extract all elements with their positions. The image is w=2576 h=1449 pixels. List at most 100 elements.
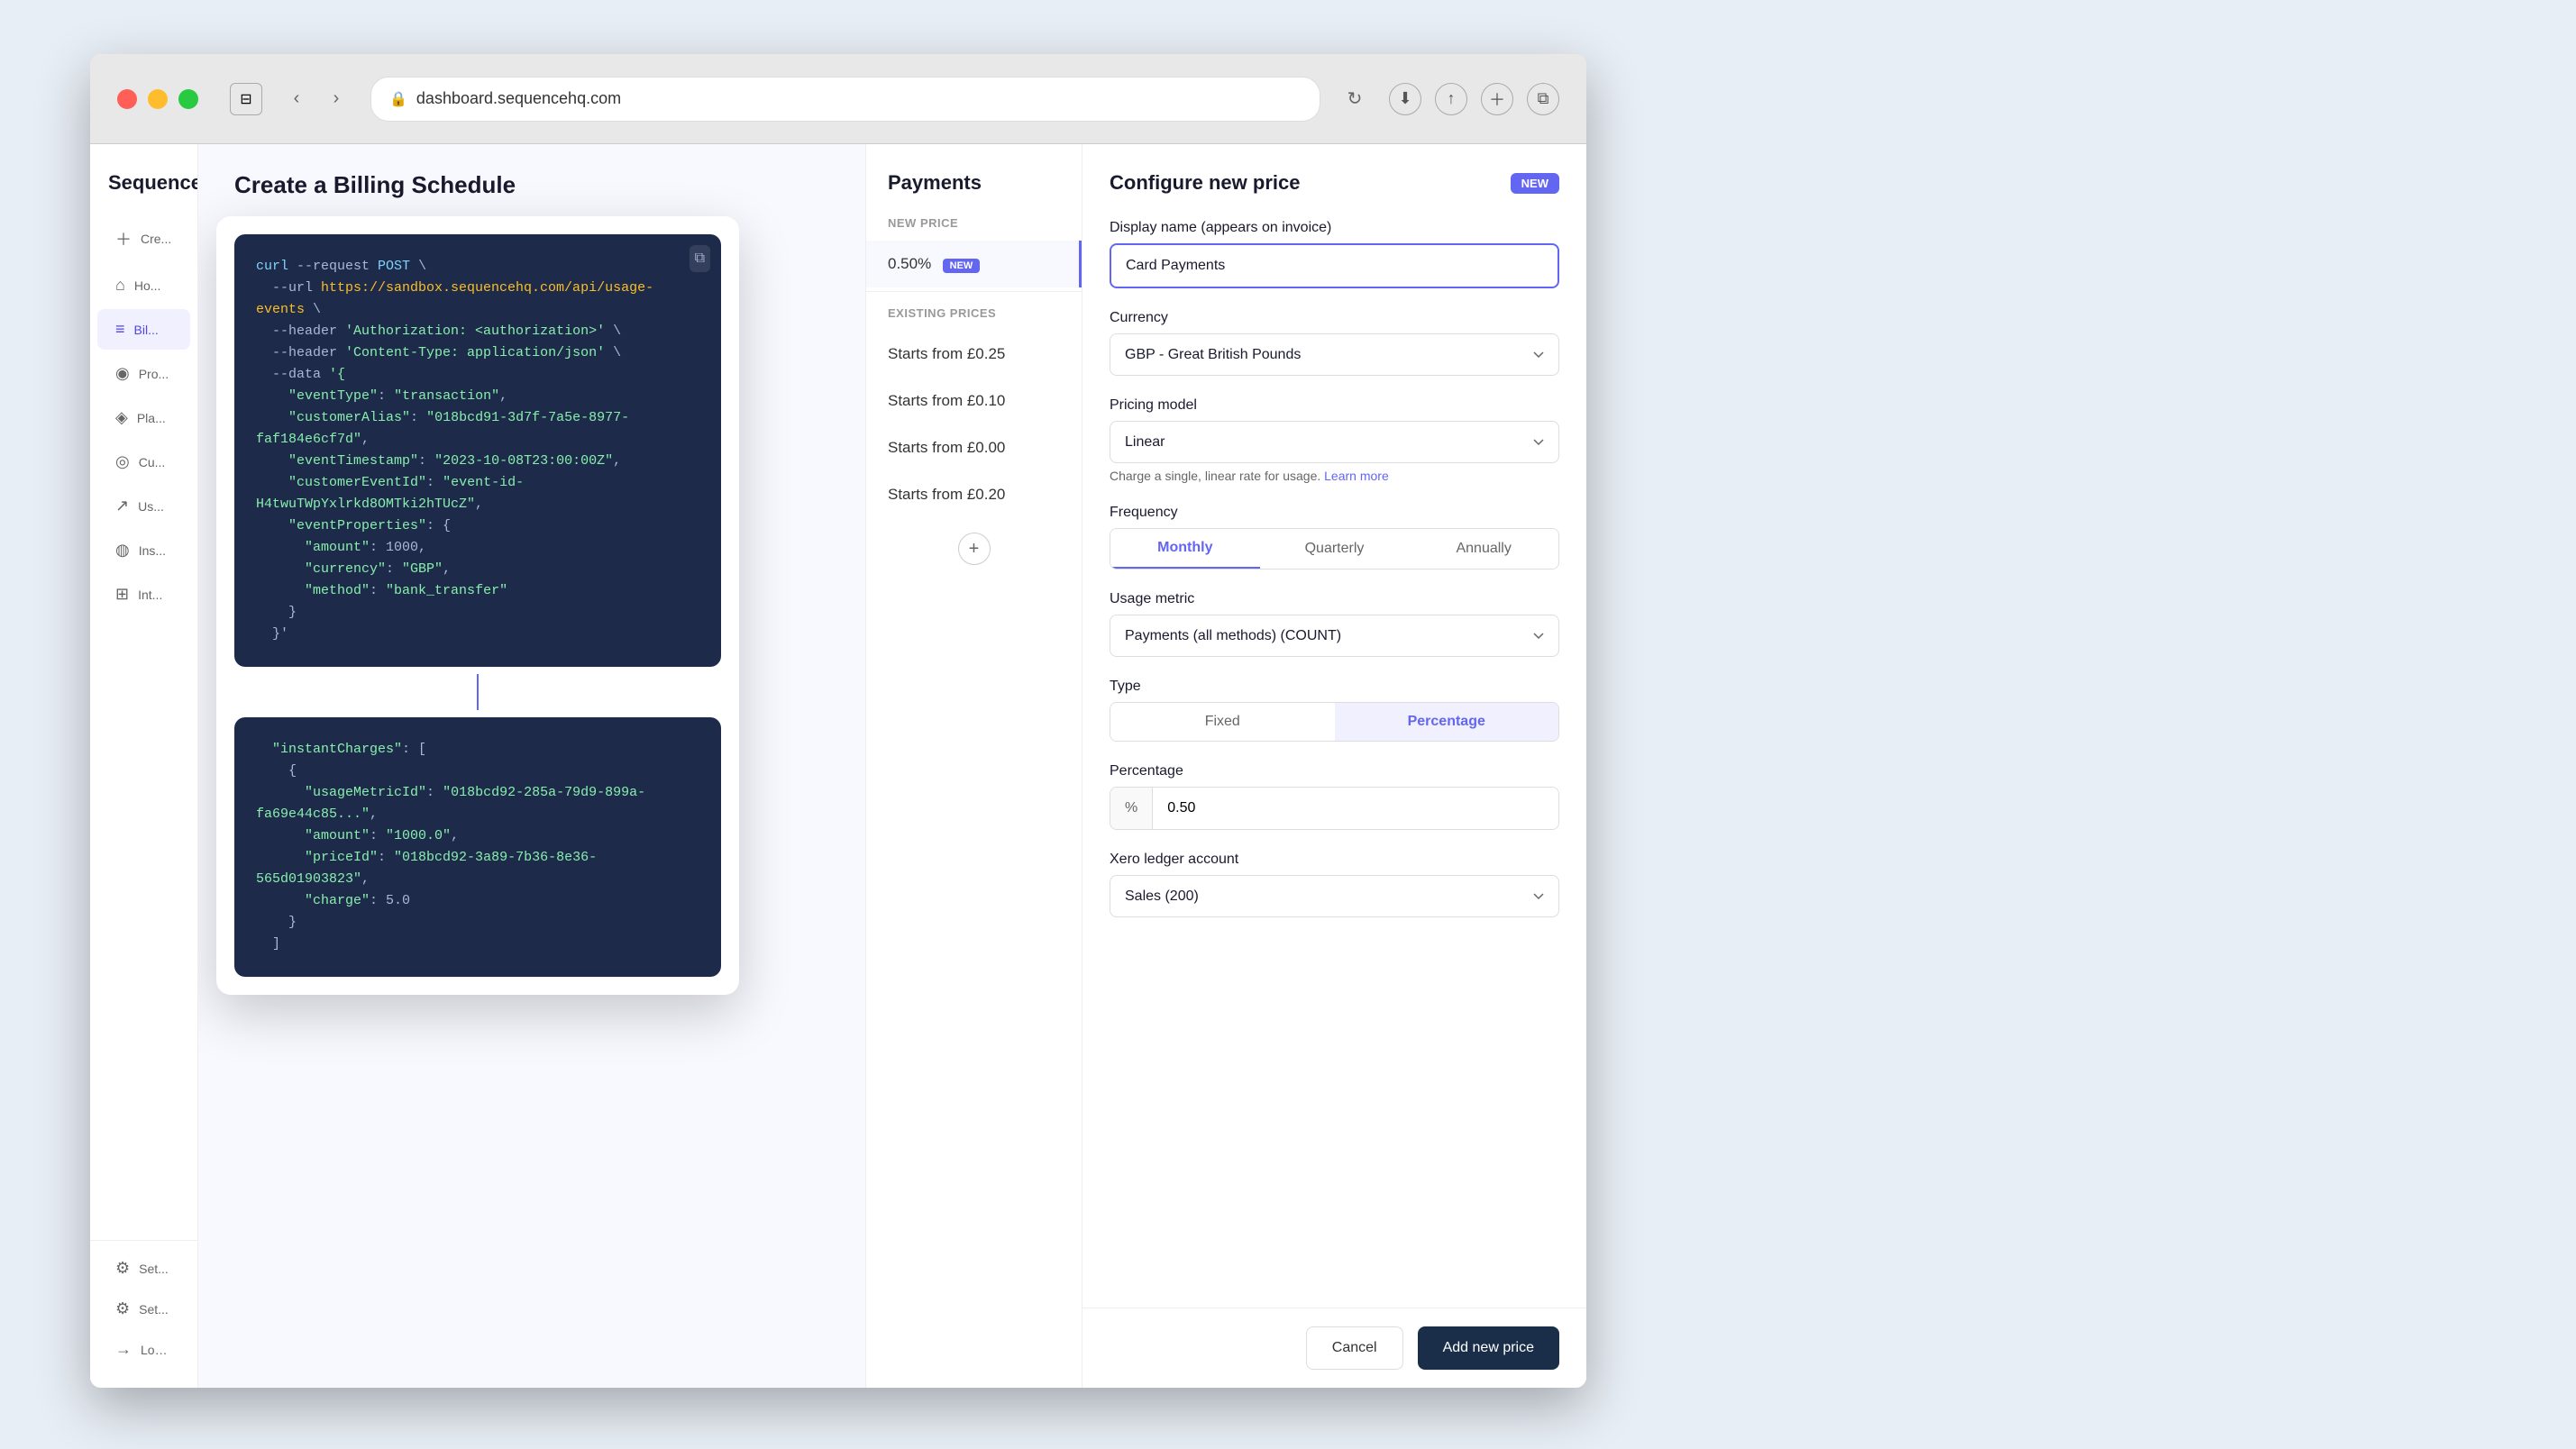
existing-price-item-3[interactable]: Starts from £0.00 <box>866 424 1082 471</box>
sidebar-item-integrations[interactable]: ⊞ Int... <box>97 574 190 615</box>
existing-price-value-1: Starts from £0.25 <box>888 345 1005 362</box>
currency-select[interactable]: GBP - Great British Pounds USD - US Doll… <box>1110 333 1559 376</box>
new-price-badge: NEW <box>943 259 981 273</box>
code-string: "charge" <box>305 893 370 908</box>
sidebar-item-label: Bil... <box>134 323 159 337</box>
add-price-button[interactable]: + <box>958 533 991 565</box>
code-line: "amount": "1000.0", <box>256 825 699 847</box>
customers-icon: ◎ <box>115 452 130 471</box>
back-button[interactable]: ‹ <box>280 83 313 115</box>
code-block-2: "instantCharges": [ { "usageMetricId": "… <box>234 717 721 977</box>
code-string: '{ <box>329 367 345 382</box>
code-line: } <box>256 912 699 934</box>
sidebar-item-customers[interactable]: ◎ Cu... <box>97 442 190 482</box>
share-button[interactable]: ↑ <box>1435 83 1467 115</box>
sidebar-item-create[interactable]: ＋ Cre... <box>97 216 190 261</box>
frequency-tab-monthly[interactable]: Monthly <box>1110 529 1260 569</box>
percentage-label: Percentage <box>1110 763 1559 779</box>
download-button[interactable]: ⬇ <box>1389 83 1421 115</box>
code-line: "amount": 1000, <box>256 537 699 559</box>
code-string: 'Content-Type: application/json' <box>345 345 605 360</box>
sidebar-item-label: Us... <box>138 499 164 514</box>
settings-icon: ⚙ <box>115 1259 130 1278</box>
configure-panel-container: Configure new price NEW Display name (ap… <box>1082 144 1586 1388</box>
sidebar-item-label: Cre... <box>141 232 171 246</box>
sidebar-item-label: Ins... <box>139 543 166 558</box>
sidebar-item-label: Ho... <box>134 278 161 293</box>
code-keyword: curl <box>256 259 288 274</box>
tabs-button[interactable]: ⧉ <box>1527 83 1559 115</box>
type-tab-fixed[interactable]: Fixed <box>1110 703 1335 741</box>
maximize-button[interactable] <box>178 89 198 109</box>
usage-metric-label: Usage metric <box>1110 591 1559 607</box>
frequency-tab-annually[interactable]: Annually <box>1409 529 1558 569</box>
sidebar-item-label: Set... <box>139 1262 169 1276</box>
copy-button-1[interactable]: ⧉ <box>690 245 710 272</box>
pricing-model-label: Pricing model <box>1110 397 1559 414</box>
code-string: "customerAlias" <box>288 410 410 425</box>
pricing-model-group: Pricing model Linear Graduated Volume Fl… <box>1110 397 1559 483</box>
code-string: "1000.0" <box>386 828 451 843</box>
existing-price-item-2[interactable]: Starts from £0.10 <box>866 378 1082 424</box>
code-string: "eventTimestamp" <box>288 453 418 469</box>
xero-ledger-select[interactable]: Sales (200) Revenue (400) Other Income (… <box>1110 875 1559 917</box>
settings2-icon: ⚙ <box>115 1299 130 1318</box>
code-string: "method" <box>305 583 370 598</box>
sidebar-item-home[interactable]: ⌂ Ho... <box>97 265 190 305</box>
usage-metric-select[interactable]: Payments (all methods) (COUNT) Transacti… <box>1110 615 1559 657</box>
add-new-price-button[interactable]: Add new price <box>1418 1326 1559 1370</box>
sidebar-item-logout[interactable]: → Log... <box>97 1329 190 1370</box>
forward-button[interactable]: › <box>320 83 352 115</box>
cancel-button[interactable]: Cancel <box>1306 1326 1403 1370</box>
refresh-button[interactable]: ↻ <box>1338 83 1371 115</box>
usage-icon: ↗ <box>115 497 129 515</box>
create-icon: ＋ <box>115 227 132 251</box>
payments-title: Payments <box>866 171 1082 216</box>
code-block-1: ⧉ curl --request POST \ --url https://sa… <box>234 234 721 667</box>
sidebar-item-billing[interactable]: ≡ Bil... <box>97 309 190 350</box>
close-button[interactable] <box>117 89 137 109</box>
xero-ledger-group: Xero ledger account Sales (200) Revenue … <box>1110 852 1559 917</box>
existing-price-item-1[interactable]: Starts from £0.25 <box>866 331 1082 378</box>
sidebar-item-label: Pla... <box>137 411 166 425</box>
right-panel: Payments NEW PRICE 0.50% NEW EXISTING PR… <box>865 144 1586 1388</box>
new-price-item[interactable]: 0.50% NEW <box>866 241 1082 287</box>
percentage-group: Percentage % <box>1110 763 1559 830</box>
minimize-button[interactable] <box>148 89 168 109</box>
type-tab-percentage[interactable]: Percentage <box>1335 703 1559 741</box>
pricing-model-select[interactable]: Linear Graduated Volume Flat Fee <box>1110 421 1559 463</box>
code-line: { <box>256 761 699 782</box>
sidebar-item-products[interactable]: ◉ Pro... <box>97 353 190 394</box>
sidebar-item-settings[interactable]: ⚙ Set... <box>97 1248 190 1289</box>
configure-header: Configure new price NEW <box>1110 171 1559 195</box>
configure-panel: Configure new price NEW Display name (ap… <box>1082 144 1586 1308</box>
page-title: Create a Billing Schedule <box>234 171 516 199</box>
percentage-input[interactable] <box>1153 788 1558 829</box>
type-tabs: Fixed Percentage <box>1110 702 1559 742</box>
sidebar-item-insights[interactable]: ◍ Ins... <box>97 530 190 570</box>
sidebar-toggle-button[interactable]: ⊟ <box>230 83 262 115</box>
display-name-label: Display name (appears on invoice) <box>1110 220 1559 236</box>
currency-label: Currency <box>1110 310 1559 326</box>
display-name-input[interactable] <box>1110 243 1559 288</box>
code-line: ] <box>256 934 699 955</box>
sidebar-item-settings2[interactable]: ⚙ Set... <box>97 1289 190 1329</box>
code-connector <box>234 667 721 717</box>
sidebar-item-plans[interactable]: ◈ Pla... <box>97 397 190 438</box>
browser-toolbar: ⊟ ‹ › 🔒 dashboard.sequencehq.com ↻ ⬇ ↑ ＋… <box>90 54 1586 144</box>
code-string: "GBP" <box>402 561 443 577</box>
existing-price-item-4[interactable]: Starts from £0.20 <box>866 471 1082 518</box>
frequency-tab-quarterly[interactable]: Quarterly <box>1260 529 1410 569</box>
app-container: Sequence ＋ Cre... ⌂ Ho... ≡ Bil... ◉ Pro… <box>90 144 1586 1388</box>
code-line: --header 'Authorization: <authorization>… <box>256 321 699 342</box>
learn-more-link[interactable]: Learn more <box>1324 469 1389 483</box>
sidebar-item-usage[interactable]: ↗ Us... <box>97 486 190 526</box>
type-label: Type <box>1110 679 1559 695</box>
main-content: Create a Billing Schedule ⧉ curl --reque… <box>198 144 1586 1388</box>
code-line: "eventTimestamp": "2023-10-08T23:00:00Z"… <box>256 451 699 472</box>
new-tab-button[interactable]: ＋ <box>1481 83 1513 115</box>
code-string: 'Authorization: <authorization>' <box>345 324 605 339</box>
url-bar[interactable]: 🔒 dashboard.sequencehq.com <box>370 77 1320 122</box>
code-dialog: ⧉ curl --request POST \ --url https://sa… <box>216 216 739 995</box>
code-string: "priceId" <box>305 850 378 865</box>
